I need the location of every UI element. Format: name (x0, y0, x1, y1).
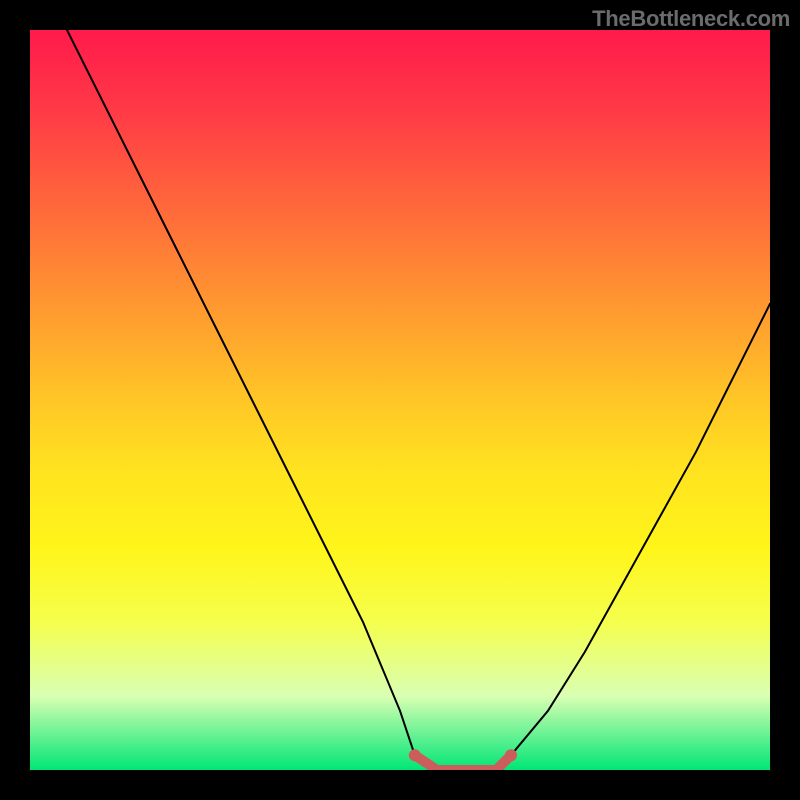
marker-dot (409, 749, 421, 761)
marker-dot (505, 749, 517, 761)
plot-area (30, 30, 770, 770)
bottleneck-curve-path (67, 30, 770, 770)
chart-svg (30, 30, 770, 770)
chart-frame: TheBottleneck.com (0, 0, 800, 800)
flat-minimum-marker-path (415, 755, 511, 770)
watermark-text: TheBottleneck.com (592, 6, 790, 32)
